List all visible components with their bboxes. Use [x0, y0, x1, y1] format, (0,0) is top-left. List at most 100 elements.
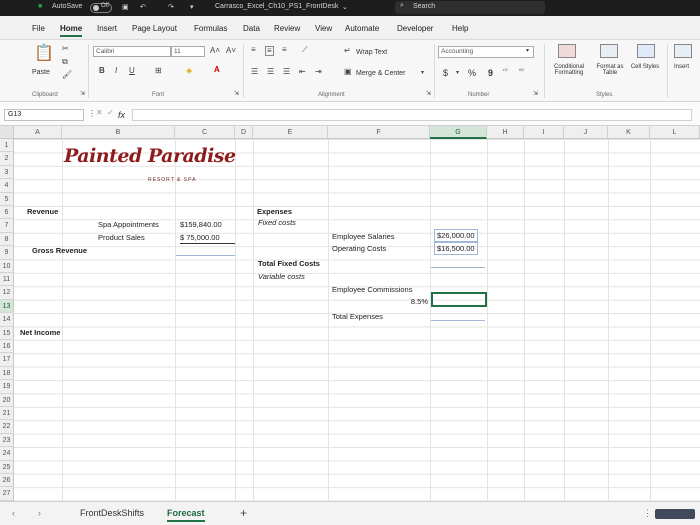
menu-automate[interactable]: Automate — [345, 24, 379, 33]
row-header-14[interactable]: 14 — [0, 313, 14, 327]
insert-cells-button[interactable]: Insert — [674, 64, 689, 70]
menu-home[interactable]: Home — [60, 24, 83, 37]
decrease-decimal-icon[interactable]: ⁰⁰ — [519, 69, 524, 75]
cell-c7[interactable]: $159,840.00 — [180, 219, 222, 230]
row-header-18[interactable]: 18 — [0, 366, 14, 381]
row-header-12[interactable]: 12 — [0, 286, 14, 300]
currency-dropdown-icon[interactable]: ▾ — [456, 70, 459, 76]
row-header-10[interactable]: 10 — [0, 259, 14, 273]
save-icon[interactable]: ▣ — [122, 3, 129, 11]
sheet-tab-frontdeskshifts[interactable]: FrontDeskShifts — [80, 508, 144, 518]
row-header-16[interactable]: 16 — [0, 340, 14, 354]
align-top-icon[interactable]: ≡ — [251, 46, 256, 54]
cell-a6[interactable]: Revenue — [27, 206, 58, 217]
undo-icon[interactable]: ↶ — [140, 3, 146, 11]
cell-e10[interactable]: Total Fixed Costs — [258, 258, 320, 269]
customize-icon[interactable]: ▾ — [190, 3, 194, 11]
menu-insert[interactable]: Insert — [97, 24, 117, 33]
font-color-icon[interactable]: A — [214, 66, 220, 74]
menu-developer[interactable]: Developer — [397, 24, 433, 33]
row-header-21[interactable]: 21 — [0, 407, 14, 421]
number-format-select[interactable]: Accounting — [438, 46, 534, 58]
column-header-d[interactable]: D — [235, 126, 253, 139]
title-chevron-icon[interactable]: ⌄ — [342, 3, 348, 11]
row-header-24[interactable]: 24 — [0, 447, 14, 461]
decrease-indent-icon[interactable]: ⇤ — [299, 68, 306, 76]
increase-font-icon[interactable]: A˄ — [210, 47, 220, 55]
row-header-20[interactable]: 20 — [0, 393, 14, 407]
cell-b8[interactable]: Product Sales — [98, 232, 145, 243]
row-header-4[interactable]: 4 — [0, 179, 14, 193]
percent-button[interactable]: % — [468, 68, 476, 78]
row-header-1[interactable]: 1 — [0, 139, 14, 153]
column-header-b[interactable]: B — [62, 126, 175, 139]
column-header-i[interactable]: I — [524, 126, 564, 139]
column-header-l[interactable]: L — [650, 126, 700, 139]
increase-indent-icon[interactable]: ⇥ — [315, 68, 322, 76]
column-header-g[interactable]: G — [430, 126, 487, 139]
redo-icon[interactable]: ↷ — [168, 3, 174, 11]
bold-icon[interactable]: B — [99, 67, 105, 75]
merge-dropdown-icon[interactable]: ▾ — [421, 70, 424, 76]
paste-icon[interactable]: 📋 — [34, 46, 54, 62]
clipboard-launcher-icon[interactable]: ⇲ — [80, 91, 85, 97]
cell-styles-button[interactable]: Cell Styles — [628, 64, 662, 70]
column-header-k[interactable]: K — [608, 126, 650, 139]
decrease-font-icon[interactable]: A˅ — [226, 47, 236, 55]
font-size-select[interactable]: 11 — [171, 46, 205, 57]
fill-color-icon[interactable]: ◈ — [186, 67, 192, 75]
format-as-table-icon[interactable] — [600, 44, 618, 58]
copy-icon[interactable]: ⧉ — [62, 58, 68, 66]
align-center-icon[interactable]: ☰ — [267, 68, 274, 76]
menu-formulas[interactable]: Formulas — [194, 24, 227, 33]
row-header-15[interactable]: 15 — [0, 326, 14, 340]
cell-styles-icon[interactable] — [637, 44, 655, 58]
formula-input[interactable] — [132, 109, 692, 121]
merge-center-icon[interactable]: ▣ — [344, 68, 352, 76]
menu-view[interactable]: View — [315, 24, 332, 33]
tab-options-icon[interactable]: ⋮ — [643, 508, 652, 519]
column-header-a[interactable]: A — [14, 126, 62, 139]
row-header-11[interactable]: 11 — [0, 273, 14, 287]
increase-decimal-icon[interactable]: ⁺⁰ — [502, 69, 508, 75]
format-painter-icon[interactable]: 🖌 — [62, 71, 72, 79]
paste-label[interactable]: Paste — [32, 69, 50, 76]
cell-f12[interactable]: Employee Commissions — [332, 284, 412, 295]
row-header-2[interactable]: 2 — [0, 152, 14, 166]
currency-button[interactable]: $ — [443, 68, 448, 78]
row-header-13[interactable]: 13 — [0, 299, 14, 314]
comma-button[interactable]: 9 — [488, 68, 493, 78]
conditional-formatting-icon[interactable] — [558, 44, 576, 58]
row-header-26[interactable]: 26 — [0, 474, 14, 488]
confirm-entry-icon[interactable]: ✓ — [107, 109, 114, 117]
underline-icon[interactable]: U — [129, 67, 135, 75]
format-as-table-button[interactable]: Format as Table — [590, 64, 630, 76]
search-box[interactable]: ⌕ Search — [395, 1, 545, 14]
align-left-icon[interactable]: ☰ — [251, 68, 258, 76]
align-bottom-icon[interactable]: ≡ — [282, 46, 287, 54]
sheet-tab-forecast[interactable]: Forecast — [167, 508, 205, 522]
orientation-icon[interactable]: ⟋ — [302, 46, 308, 54]
cell-e7[interactable]: Fixed costs — [258, 217, 296, 228]
column-header-h[interactable]: H — [487, 126, 524, 139]
select-all-corner[interactable] — [0, 126, 14, 139]
row-header-5[interactable]: 5 — [0, 192, 14, 206]
add-sheet-icon[interactable]: + — [240, 506, 247, 520]
cell-e6[interactable]: Expenses — [257, 206, 292, 217]
borders-icon[interactable]: ⊞ — [155, 67, 162, 75]
row-header-6[interactable]: 6 — [0, 206, 14, 220]
menu-file[interactable]: File — [32, 24, 45, 33]
cut-icon[interactable]: ✂ — [62, 45, 69, 53]
active-cell-g13[interactable] — [431, 292, 487, 307]
number-launcher-icon[interactable]: ⇲ — [533, 91, 538, 97]
cell-a9[interactable]: Gross Revenue — [32, 245, 87, 256]
cell-c8[interactable]: $ 75,000.00 — [180, 232, 235, 244]
row-header-8[interactable]: 8 — [0, 232, 14, 247]
insert-cells-icon[interactable] — [674, 44, 692, 58]
row-header-25[interactable]: 25 — [0, 460, 14, 474]
wrap-text-icon[interactable]: ↵ — [344, 47, 351, 55]
row-header-27[interactable]: 27 — [0, 487, 14, 501]
menu-data[interactable]: Data — [243, 24, 260, 33]
menu-help[interactable]: Help — [452, 24, 468, 33]
font-launcher-icon[interactable]: ⇲ — [234, 91, 239, 97]
